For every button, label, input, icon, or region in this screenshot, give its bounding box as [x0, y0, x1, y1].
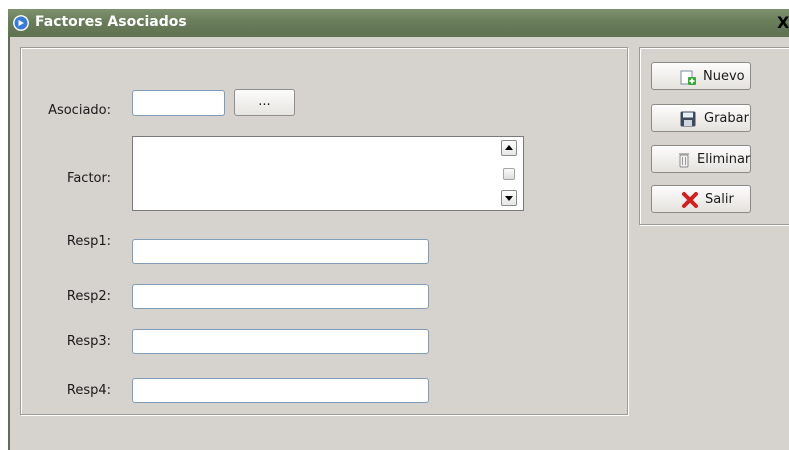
eliminar-label: Eliminar [697, 152, 751, 167]
salir-button[interactable]: Salir [651, 185, 751, 213]
asociado-label: Asociado: [48, 103, 111, 118]
arrow-down-icon [505, 196, 513, 201]
scroll-up-button[interactable] [501, 140, 517, 156]
nuevo-button[interactable]: Nuevo [651, 62, 751, 90]
resp2-label: Resp2: [66, 289, 111, 304]
grabar-label: Grabar [704, 111, 749, 126]
resp2-input[interactable] [132, 284, 429, 309]
circle-arrow-icon [13, 15, 29, 31]
window-title: Factores Asociados [35, 14, 187, 30]
window-border [8, 37, 10, 450]
trash-can-icon [679, 153, 689, 168]
factor-label: Factor: [67, 171, 111, 186]
browse-button[interactable]: ... [234, 89, 295, 116]
eliminar-button[interactable]: Eliminar [651, 145, 751, 173]
asociado-input[interactable] [132, 90, 225, 116]
resp3-label: Resp3: [66, 334, 111, 349]
resp4-label: Resp4: [66, 383, 111, 398]
form-panel: Asociado: Factor: Resp1: Resp2: Resp3: R… [20, 47, 628, 415]
factores-asociados-window: Factores Asociados X Asociado: Factor: R… [8, 9, 789, 450]
resp1-label: Resp1: [66, 234, 111, 249]
floppy-disk-icon [680, 111, 696, 127]
red-x-icon [682, 192, 698, 208]
close-button[interactable]: X [777, 14, 789, 32]
salir-label: Salir [705, 192, 734, 207]
scroll-thumb[interactable] [503, 168, 515, 180]
factor-textarea[interactable] [132, 136, 524, 211]
title-bar[interactable]: Factores Asociados X [8, 9, 789, 37]
nuevo-label: Nuevo [703, 69, 745, 84]
resp4-input[interactable] [132, 378, 429, 403]
scroll-down-button[interactable] [501, 190, 517, 206]
new-document-plus-icon [680, 70, 696, 85]
arrow-up-icon [505, 145, 513, 150]
resp3-input[interactable] [132, 329, 429, 354]
grabar-button[interactable]: Grabar [651, 104, 751, 132]
resp1-input[interactable] [132, 239, 429, 264]
